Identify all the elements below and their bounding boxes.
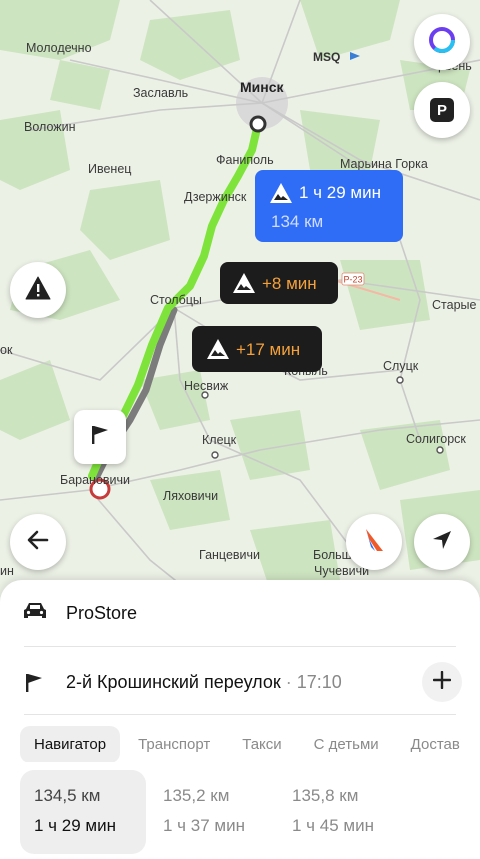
car-icon xyxy=(22,600,48,627)
tab-taxi[interactable]: Такси xyxy=(228,726,295,762)
destination-row[interactable]: 2-й Крошинский переулок · 17:10 xyxy=(0,660,480,704)
destination-name: 2-й Крошинский переулок xyxy=(66,672,281,692)
warning-icon xyxy=(206,338,230,365)
start-point xyxy=(249,115,267,133)
route-diff: +8 мин xyxy=(262,274,317,293)
alt-route-label-1[interactable]: +8 мин xyxy=(220,262,338,304)
tab-delivery[interactable]: Достав xyxy=(397,726,474,762)
tab-navigator[interactable]: Навигатор xyxy=(20,726,121,762)
route-diff: +17 мин xyxy=(236,340,301,359)
city-label: Слуцк xyxy=(383,359,419,373)
city-label: Ганцевичи xyxy=(199,548,260,562)
route-option-3[interactable]: 135,8 км 1 ч 45 мин xyxy=(278,770,404,854)
warning-icon xyxy=(25,276,51,305)
city-label: Молодечно xyxy=(26,41,92,55)
transport-tabs: Навигатор Транспорт Такси С детьми Доста… xyxy=(20,726,480,762)
tab-transport[interactable]: Транспорт xyxy=(124,726,224,762)
parking-icon: P xyxy=(430,98,454,122)
destination-flag-marker[interactable] xyxy=(74,410,126,464)
separator: · xyxy=(280,672,297,692)
road-events-button[interactable] xyxy=(10,262,66,318)
route-time: 1 ч 29 мин xyxy=(299,183,381,202)
back-arrow-icon xyxy=(27,530,49,555)
tab-with-kids[interactable]: С детьми xyxy=(300,726,393,762)
alice-icon xyxy=(427,25,457,60)
city-label: Старые xyxy=(432,298,477,312)
back-button[interactable] xyxy=(10,514,66,570)
plus-icon xyxy=(432,670,452,694)
alt-route-label-2[interactable]: +17 мин xyxy=(192,326,322,372)
flag-icon xyxy=(24,672,44,699)
my-location-button[interactable] xyxy=(414,514,470,570)
city-label: Заславль xyxy=(133,86,188,100)
arrival-time: 17:10 xyxy=(296,672,342,692)
city-label: Дзержинск xyxy=(184,190,247,204)
warning-icon xyxy=(269,182,293,209)
city-label-capital: Минск xyxy=(240,79,285,95)
location-arrow-icon xyxy=(431,529,453,556)
option-time: 1 ч 29 мин xyxy=(34,816,116,835)
origin-row[interactable]: ProStore xyxy=(0,594,480,630)
city-label: Столбцы xyxy=(150,293,202,307)
route-option-2[interactable]: 135,2 км 1 ч 37 мин xyxy=(149,770,275,854)
city-label: Ляховичи xyxy=(163,489,218,503)
origin-name: ProStore xyxy=(66,603,138,623)
city-label: Ивенец xyxy=(88,162,131,176)
route-option-1[interactable]: 134,5 км 1 ч 29 мин xyxy=(20,770,146,854)
airport-label: MSQ xyxy=(313,50,340,64)
city-label: Клецк xyxy=(202,433,237,447)
yandex-maps-icon xyxy=(363,527,385,558)
flag-icon xyxy=(90,424,110,451)
route-distance: 134 км xyxy=(271,212,324,231)
parking-button[interactable]: P xyxy=(414,82,470,138)
yandex-maps-button[interactable] xyxy=(346,514,402,570)
divider xyxy=(24,714,456,715)
add-waypoint-button[interactable] xyxy=(422,662,462,702)
city-label: Больш xyxy=(313,548,352,562)
city-label: Несвиж xyxy=(184,379,229,393)
city-label: ок xyxy=(0,343,13,357)
option-time: 1 ч 37 мин xyxy=(163,816,245,835)
city-label: Солигорск xyxy=(406,432,466,446)
divider xyxy=(24,646,456,647)
city-label: Фаниполь xyxy=(216,153,274,167)
option-time: 1 ч 45 мин xyxy=(292,816,374,835)
city-label: Воложин xyxy=(24,120,76,134)
option-distance: 134,5 км xyxy=(34,786,101,805)
option-distance: 135,2 км xyxy=(163,786,230,805)
city-label: Барановичи xyxy=(60,473,130,487)
option-distance: 135,8 км xyxy=(292,786,359,805)
road-label: Р-23 xyxy=(343,275,362,285)
alice-button[interactable] xyxy=(414,14,470,70)
city-label: Марьина Горка xyxy=(340,157,428,171)
warning-icon xyxy=(232,272,256,299)
city-label: ин xyxy=(0,564,14,578)
main-route-label[interactable]: 1 ч 29 мин 134 км xyxy=(255,170,403,242)
